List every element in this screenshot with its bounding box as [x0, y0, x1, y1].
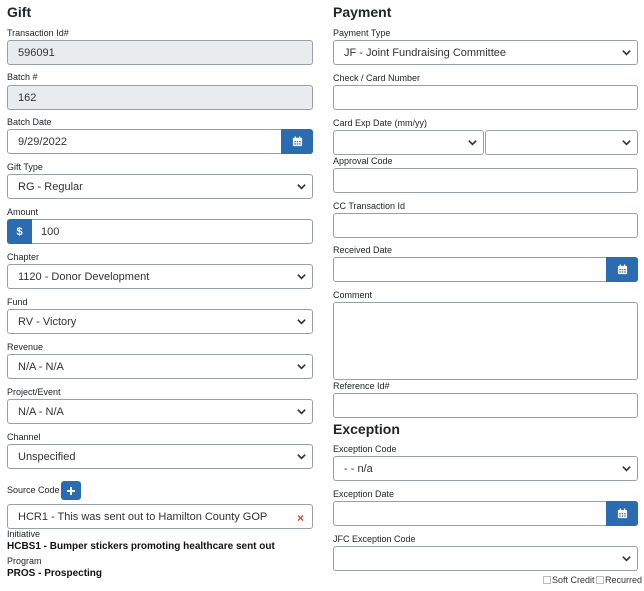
recurred-label: Recurred [605, 575, 643, 585]
chevron-down-icon [290, 271, 312, 282]
source-code-value: HCR1 - This was sent out to Hamilton Cou… [18, 510, 268, 523]
chevron-down-icon [615, 553, 637, 564]
exception-date-label: Exception Date [333, 489, 395, 499]
cc-transaction-id-label: CC Transaction Id [333, 201, 406, 211]
exception-date-calendar-button[interactable] [606, 501, 638, 526]
received-date-label: Received Date [333, 245, 393, 255]
exception-code-value: - - n/a [344, 462, 373, 475]
fund-value: RV - Victory [18, 315, 77, 328]
chevron-down-icon [615, 137, 637, 148]
approval-code-input[interactable] [333, 168, 638, 193]
chevron-down-icon [461, 137, 483, 148]
batch-label: Batch # [7, 72, 38, 82]
project-event-value: N/A - N/A [18, 405, 64, 418]
received-date-calendar-button[interactable] [606, 257, 638, 282]
batch-date-field[interactable]: 9/29/2022 [7, 129, 313, 154]
comment-label: Comment [333, 290, 373, 300]
card-exp-month-select[interactable] [333, 130, 484, 155]
check-card-number-label: Check / Card Number [333, 73, 421, 83]
channel-select[interactable]: Unspecified [7, 444, 313, 469]
calendar-icon [292, 136, 302, 147]
amount-label: Amount [7, 207, 39, 217]
soft-credit-checkbox[interactable]: Soft Credit [543, 575, 595, 585]
amount-value: 100 [41, 225, 60, 238]
transaction-id-field: 596091 [7, 40, 313, 65]
revenue-value: N/A - N/A [18, 360, 64, 373]
batch-value: 162 [18, 91, 37, 104]
jfc-exception-code-select[interactable] [333, 546, 638, 571]
chevron-down-icon [290, 451, 312, 462]
revenue-label: Revenue [7, 342, 44, 352]
exception-code-label: Exception Code [333, 444, 397, 454]
fund-select[interactable]: RV - Victory [7, 309, 313, 334]
program-label: Program [7, 556, 42, 566]
transaction-id-value: 596091 [18, 46, 55, 59]
calendar-icon [617, 264, 627, 275]
revenue-select[interactable]: N/A - N/A [7, 354, 313, 379]
chevron-down-icon [615, 47, 637, 58]
gift-type-select[interactable]: RG - Regular [7, 174, 313, 199]
exception-code-select[interactable]: - - n/a [333, 456, 638, 481]
close-icon[interactable]: × [297, 511, 304, 525]
batch-date-calendar-button[interactable] [281, 129, 313, 154]
dollar-icon: $ [7, 219, 32, 244]
batch-date-value: 9/29/2022 [18, 135, 67, 148]
project-event-label: Project/Event [7, 387, 61, 397]
reference-id-label: Reference Id# [333, 381, 390, 391]
amount-field[interactable]: $ 100 [7, 219, 313, 244]
chevron-down-icon [290, 361, 312, 372]
payment-type-value: JF - Joint Fundraising Committee [344, 46, 506, 59]
program-value: PROS - Prospecting [7, 568, 103, 579]
chevron-down-icon [290, 316, 312, 327]
checkbox-box[interactable] [543, 576, 551, 584]
source-code-label: Source Code [7, 485, 60, 495]
plus-icon [67, 486, 75, 495]
fund-label: Fund [7, 297, 28, 307]
payment-type-select[interactable]: JF - Joint Fundraising Committee [333, 40, 638, 65]
soft-credit-label: Soft Credit [552, 575, 595, 585]
check-card-number-input[interactable] [333, 85, 638, 110]
exception-heading: Exception [333, 421, 400, 437]
project-event-select[interactable]: N/A - N/A [7, 399, 313, 424]
comment-textarea[interactable] [333, 302, 638, 380]
chapter-select[interactable]: 1120 - Donor Development [7, 264, 313, 289]
card-exp-date-label: Card Exp Date (mm/yy) [333, 118, 428, 128]
batch-field: 162 [7, 85, 313, 110]
initiative-label: Initiative [7, 529, 41, 539]
chapter-label: Chapter [7, 252, 40, 262]
batch-date-label: Batch Date [7, 117, 52, 127]
approval-code-label: Approval Code [333, 156, 393, 166]
recurred-checkbox[interactable]: Recurred [596, 575, 642, 585]
chevron-down-icon [615, 463, 637, 474]
source-code-field[interactable]: HCR1 - This was sent out to Hamilton Cou… [7, 504, 313, 529]
gift-heading: Gift [7, 4, 32, 20]
received-date-field[interactable] [333, 257, 638, 282]
channel-value: Unspecified [18, 450, 76, 463]
channel-label: Channel [7, 432, 41, 442]
exception-date-field[interactable] [333, 501, 638, 526]
gift-type-label: Gift Type [7, 162, 43, 172]
add-source-code-button[interactable] [61, 481, 81, 500]
chevron-down-icon [290, 181, 312, 192]
calendar-icon [617, 508, 627, 519]
cc-transaction-id-input[interactable] [333, 213, 638, 238]
chevron-down-icon [290, 406, 312, 417]
jfc-exception-code-label: JFC Exception Code [333, 534, 416, 544]
gift-type-value: RG - Regular [18, 180, 83, 193]
transaction-id-label: Transaction Id# [7, 28, 69, 38]
card-exp-year-select[interactable] [485, 130, 638, 155]
initiative-value: HCBS1 - Bumper stickers promoting health… [7, 541, 275, 552]
checkbox-box[interactable] [596, 576, 604, 584]
payment-type-label: Payment Type [333, 28, 391, 38]
payment-heading: Payment [333, 4, 392, 20]
chapter-value: 1120 - Donor Development [18, 270, 150, 283]
reference-id-input[interactable] [333, 393, 638, 418]
